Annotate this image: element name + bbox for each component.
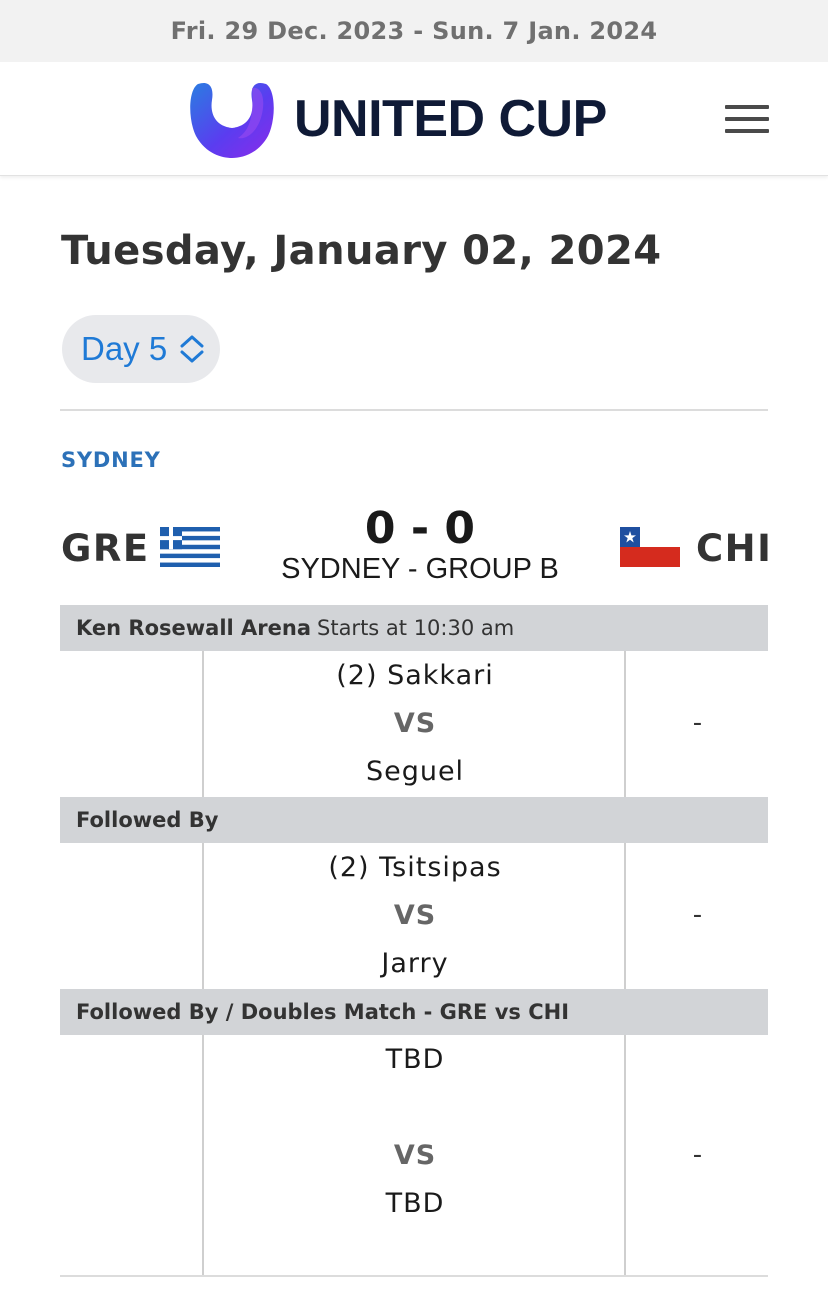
match-3-vs: VS: [393, 1140, 437, 1171]
schedule-header-doubles: Followed By / Doubles Match - GRE vs CHI: [60, 989, 768, 1035]
match-3-player-1: TBD: [385, 1044, 445, 1075]
home-team-code: GRE: [61, 527, 150, 570]
schedule-header-label: Followed By: [76, 808, 219, 832]
match-1-player-2: Seguel: [365, 756, 465, 787]
column-divider: [624, 1035, 626, 1276]
column-divider: [624, 651, 626, 797]
schedule-header-followed: Followed By: [60, 797, 768, 843]
city-label: SYDNEY: [61, 448, 161, 472]
match-1-vs: VS: [393, 708, 437, 739]
schedule-header-court: Ken Rosewall Arena Starts at 10:30 am: [60, 605, 768, 651]
site-header: UNITED CUP: [0, 62, 828, 176]
match-1-result: -: [692, 708, 703, 738]
match-3-result: -: [692, 1140, 703, 1170]
match-3-player-2: TBD: [385, 1188, 445, 1219]
start-time: Starts at 10:30 am: [317, 616, 515, 640]
schedule-header-label: Followed By / Doubles Match - GRE vs CHI: [76, 1000, 570, 1024]
day-selector[interactable]: Day 5: [62, 315, 220, 383]
column-divider: [202, 651, 204, 797]
match-2-player-1: (2) Tsitsipas: [328, 852, 502, 883]
tie-score: 0 - 0: [364, 503, 476, 554]
brand-name: UNITED CUP: [294, 90, 607, 148]
match-2-player-2: Jarry: [381, 948, 449, 979]
column-divider: [202, 1035, 204, 1276]
court-name: Ken Rosewall Arena: [76, 616, 311, 640]
match-1-player-1: (2) Sakkari: [336, 660, 494, 691]
hamburger-menu-icon[interactable]: [722, 102, 772, 136]
greece-flag-icon: [160, 527, 220, 567]
event-dates: Fri. 29 Dec. 2023 - Sun. 7 Jan. 2024: [170, 17, 658, 45]
event-dates-bar: Fri. 29 Dec. 2023 - Sun. 7 Jan. 2024: [0, 0, 828, 62]
column-divider: [202, 843, 204, 989]
chile-flag-icon: [620, 527, 680, 567]
match-2-result: -: [692, 900, 703, 930]
page-title: Tuesday, January 02, 2024: [61, 228, 662, 274]
tie-group: SYDNEY - GROUP B: [281, 553, 559, 585]
away-team-code: CHI: [696, 527, 773, 570]
match-2-vs: VS: [393, 900, 437, 931]
divider: [60, 409, 768, 411]
column-divider: [624, 843, 626, 989]
table-bottom-border: [60, 1275, 768, 1277]
chevron-up-down-icon: [180, 335, 204, 363]
brand-logo[interactable]: UNITED CUP: [188, 80, 607, 158]
united-cup-logo-icon: [190, 82, 274, 158]
day-selector-label: Day 5: [81, 330, 168, 367]
